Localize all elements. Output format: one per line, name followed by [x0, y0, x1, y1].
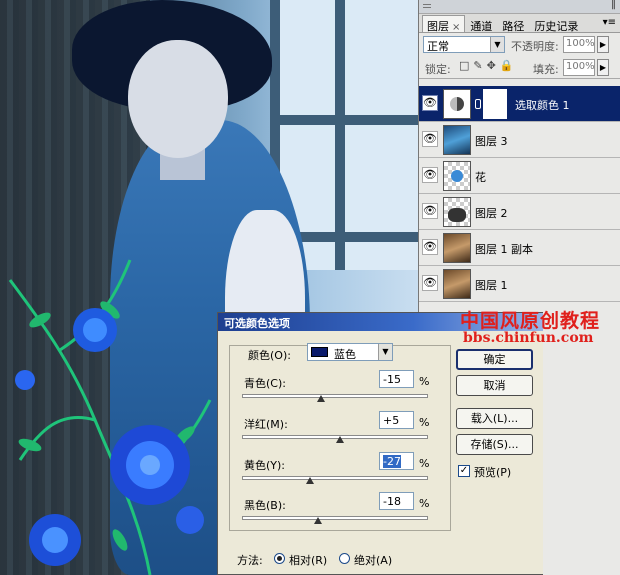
layer-thumbnail [443, 161, 471, 191]
cyan-slider-knob[interactable] [317, 395, 326, 402]
yellow-slider-knob[interactable] [305, 477, 314, 484]
cyan-input[interactable]: -15 [379, 370, 414, 388]
yellow-input[interactable]: -27 [379, 452, 414, 470]
tab-history[interactable]: 历史记录 [529, 15, 583, 33]
preview-checkbox[interactable]: ✓ [458, 465, 470, 477]
layer-name: 图层 1 [475, 279, 508, 292]
layer-name: 图层 3 [475, 135, 508, 148]
watermark-url: bbs.chinfun.com [463, 330, 594, 346]
absolute-radio[interactable] [339, 553, 350, 564]
ok-button[interactable]: 确定 [456, 349, 533, 370]
layer-row-flower[interactable]: 👁 花 [419, 158, 620, 194]
panel-collapse-icon[interactable]: ‖ [611, 0, 616, 10]
percent-sign: % [419, 497, 430, 510]
percent-sign: % [419, 416, 430, 429]
method-label: 方法: [237, 554, 263, 567]
flower-pattern [8, 259, 212, 575]
tab-paths[interactable]: 路径 [497, 15, 529, 33]
layer-mask-thumbnail[interactable] [483, 89, 507, 119]
eye-icon[interactable]: 👁 [422, 239, 438, 255]
eye-icon[interactable]: 👁 [422, 95, 438, 111]
preview-label[interactable]: 预览(P) [474, 464, 511, 480]
close-icon[interactable]: × [452, 22, 460, 33]
selective-color-dialog: 可选颜色选项 颜色(O): 蓝色 ▼ 青色(C): -15 % 洋红(M): +… [217, 312, 543, 575]
panel-title-strip[interactable]: ‖ [419, 0, 620, 14]
colors-select[interactable]: 蓝色 ▼ [307, 343, 393, 361]
cancel-button[interactable]: 取消 [456, 375, 533, 396]
colors-label: 颜色(O): [245, 347, 294, 363]
fill-label: 填充: [533, 63, 559, 76]
layer-row-layer-2[interactable]: 👁 图层 2 [419, 194, 620, 230]
layer-name: 图层 2 [475, 207, 508, 220]
cyan-slider-track[interactable] [242, 394, 428, 398]
blend-row: 正常 ▼ 不透明度: 100% ▶ [419, 33, 620, 56]
layer-thumbnail [443, 233, 471, 263]
lock-row: 锁定: □✎✥🔒 填充: 100% ▶ [419, 56, 620, 79]
eye-icon[interactable]: 👁 [422, 131, 438, 147]
layer-name: 花 [475, 171, 486, 184]
opacity-slider-button[interactable]: ▶ [597, 36, 609, 53]
black-label: 黑色(B): [244, 499, 286, 512]
layer-row-layer-1[interactable]: 👁 图层 1 [419, 266, 620, 302]
black-input[interactable]: -18 [379, 492, 414, 510]
layer-name: 选取颜色 1 [515, 99, 570, 112]
relative-radio[interactable] [274, 553, 285, 564]
layer-name: 图层 1 副本 [475, 243, 533, 256]
magenta-input[interactable]: +5 [379, 411, 414, 429]
save-button[interactable]: 存储(S)... [456, 434, 533, 455]
chain-link-icon[interactable] [475, 99, 481, 109]
tab-channels[interactable]: 通道 [465, 15, 497, 33]
lock-label: 锁定: [425, 63, 451, 76]
panel-tabs: 图层 × 通道 路径 历史记录 ▾≡ [419, 14, 620, 33]
layer-list: 👁 选取颜色 1 👁 图层 3 👁 花 👁 图层 2 👁 图层 1 副本 👁 图… [419, 86, 620, 302]
cyan-label: 青色(C): [244, 377, 286, 390]
panel-menu-icon[interactable]: ▾≡ [603, 17, 616, 28]
layer-row-layer-3[interactable]: 👁 图层 3 [419, 122, 620, 158]
fill-slider-button[interactable]: ▶ [597, 59, 609, 76]
percent-sign: % [419, 457, 430, 470]
chevron-down-icon: ▼ [490, 37, 504, 52]
blend-mode-select[interactable]: 正常 ▼ [423, 36, 505, 53]
eye-icon[interactable]: 👁 [422, 275, 438, 291]
eye-icon[interactable]: 👁 [422, 167, 438, 183]
percent-sign: % [419, 375, 430, 388]
layer-row-selective-color[interactable]: 👁 选取颜色 1 [419, 86, 620, 122]
watermark-title: 中国风原创教程 [460, 310, 601, 332]
layer-thumbnail [443, 125, 471, 155]
panel-grip-icon[interactable] [423, 4, 431, 8]
chevron-down-icon: ▼ [378, 344, 392, 360]
layer-thumbnail [443, 269, 471, 299]
yellow-label: 黄色(Y): [244, 459, 286, 472]
opacity-input[interactable]: 100% [563, 36, 595, 53]
color-swatch [311, 347, 328, 357]
black-slider-knob[interactable] [314, 517, 323, 524]
adjustment-thumbnail [443, 89, 471, 119]
load-button[interactable]: 载入(L)... [456, 408, 533, 429]
yellow-slider-track[interactable] [242, 476, 428, 480]
tab-layers[interactable]: 图层 × [422, 15, 466, 33]
fill-input[interactable]: 100% [563, 59, 595, 76]
relative-label[interactable]: 相对(R) [289, 552, 327, 568]
lock-icons[interactable]: □✎✥🔒 [459, 59, 518, 72]
magenta-slider-knob[interactable] [335, 436, 344, 443]
layer-thumbnail [443, 197, 471, 227]
opacity-label: 不透明度: [511, 40, 559, 53]
magenta-label: 洋红(M): [244, 418, 288, 431]
eye-icon[interactable]: 👁 [422, 203, 438, 219]
absolute-label[interactable]: 绝对(A) [354, 552, 392, 568]
black-slider-track[interactable] [242, 516, 428, 520]
layer-row-layer-1-copy[interactable]: 👁 图层 1 副本 [419, 230, 620, 266]
face-shape [128, 40, 228, 158]
